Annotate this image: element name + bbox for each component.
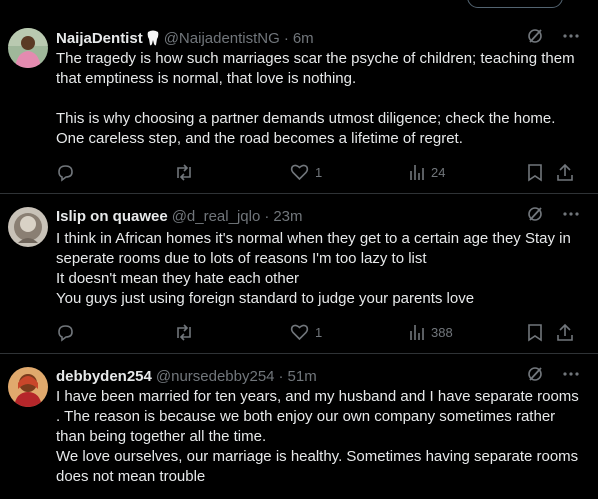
grok-icon[interactable] <box>526 365 544 387</box>
display-name[interactable]: debbyden254 <box>56 368 152 385</box>
handle[interactable]: @nursedebby254 <box>156 368 275 385</box>
reply-icon <box>56 323 75 342</box>
tweet-header: NaijaDentist @NaijadentistNG · 6m <box>56 28 580 48</box>
share-button[interactable] <box>556 162 574 182</box>
separator-dot: · <box>283 29 289 47</box>
like-button[interactable]: 1 <box>290 322 322 342</box>
views-button[interactable]: 24 <box>409 162 445 182</box>
views-count: 24 <box>431 164 446 180</box>
display-name[interactable]: NaijaDentist <box>56 30 143 47</box>
tweet-header: Islip on quawee @d_real_jqlo · 23m <box>56 206 580 226</box>
retweet-button[interactable] <box>174 162 194 182</box>
more-icon[interactable] <box>562 27 580 49</box>
retweet-icon <box>174 163 194 182</box>
bookmark-button[interactable] <box>527 322 543 342</box>
like-count: 1 <box>315 164 323 180</box>
tweet-actions: 1 388 <box>56 322 576 342</box>
share-icon <box>556 323 574 342</box>
views-count: 388 <box>431 324 453 340</box>
views-icon <box>409 323 425 341</box>
tweet-text: The tragedy is how such marriages scar t… <box>56 49 580 149</box>
bookmark-icon <box>527 163 543 182</box>
reply-button[interactable] <box>56 162 75 182</box>
avatar[interactable] <box>8 28 48 68</box>
views-button[interactable]: 388 <box>409 322 453 342</box>
bookmark-icon <box>527 323 543 342</box>
handle[interactable]: @d_real_jqlo <box>172 208 261 225</box>
share-icon <box>556 163 574 182</box>
grok-icon[interactable] <box>526 205 544 227</box>
like-icon <box>290 323 309 341</box>
more-icon[interactable] <box>562 365 580 387</box>
tweet[interactable]: NaijaDentist @NaijadentistNG · 6m The tr… <box>0 0 598 194</box>
reply-icon <box>56 163 75 182</box>
separator-dot: · <box>278 367 284 385</box>
avatar[interactable] <box>8 207 48 247</box>
like-icon <box>290 163 309 181</box>
tweet-paragraph: The tragedy is how such marriages scar t… <box>56 50 575 87</box>
views-icon <box>409 163 425 181</box>
tweet-line: I have been married for ten years, and m… <box>56 388 579 445</box>
more-icon[interactable] <box>562 205 580 227</box>
like-button[interactable]: 1 <box>290 162 322 182</box>
tweet-header: debbyden254 @nursedebby254 · 51m <box>56 366 580 386</box>
tweet-line: It doesn't mean they hate each other <box>56 270 300 287</box>
reply-button[interactable] <box>56 322 75 342</box>
tweet-line: I think in African homes it's normal whe… <box>56 230 571 267</box>
retweet-icon <box>174 323 194 342</box>
tweet[interactable]: Islip on quawee @d_real_jqlo · 23m I thi… <box>0 194 598 354</box>
tweet-line: You guys just using foreign standard to … <box>56 290 475 307</box>
handle[interactable]: @NaijadentistNG <box>164 30 280 47</box>
tweet-actions: 1 24 <box>56 162 576 182</box>
tweet-line: We love ourselves, our marriage is healt… <box>56 448 579 485</box>
grok-icon[interactable] <box>526 27 544 49</box>
tooth-icon <box>146 30 160 46</box>
timestamp[interactable]: 23m <box>273 208 302 225</box>
tweet-text: I have been married for ten years, and m… <box>56 387 580 487</box>
tweet[interactable]: debbyden254 @nursedebby254 · 51m I have … <box>0 354 598 499</box>
display-name[interactable]: Islip on quawee <box>56 208 168 225</box>
avatar[interactable] <box>8 367 48 407</box>
timestamp[interactable]: 6m <box>293 30 314 47</box>
tweet-text: I think in African homes it's normal whe… <box>56 229 580 309</box>
bookmark-button[interactable] <box>527 162 543 182</box>
share-button[interactable] <box>556 322 574 342</box>
separator-dot: · <box>264 207 270 225</box>
retweet-button[interactable] <box>174 322 194 342</box>
like-count: 1 <box>315 324 323 340</box>
timestamp[interactable]: 51m <box>288 368 317 385</box>
tweet-paragraph: This is why choosing a partner demands u… <box>56 110 556 147</box>
